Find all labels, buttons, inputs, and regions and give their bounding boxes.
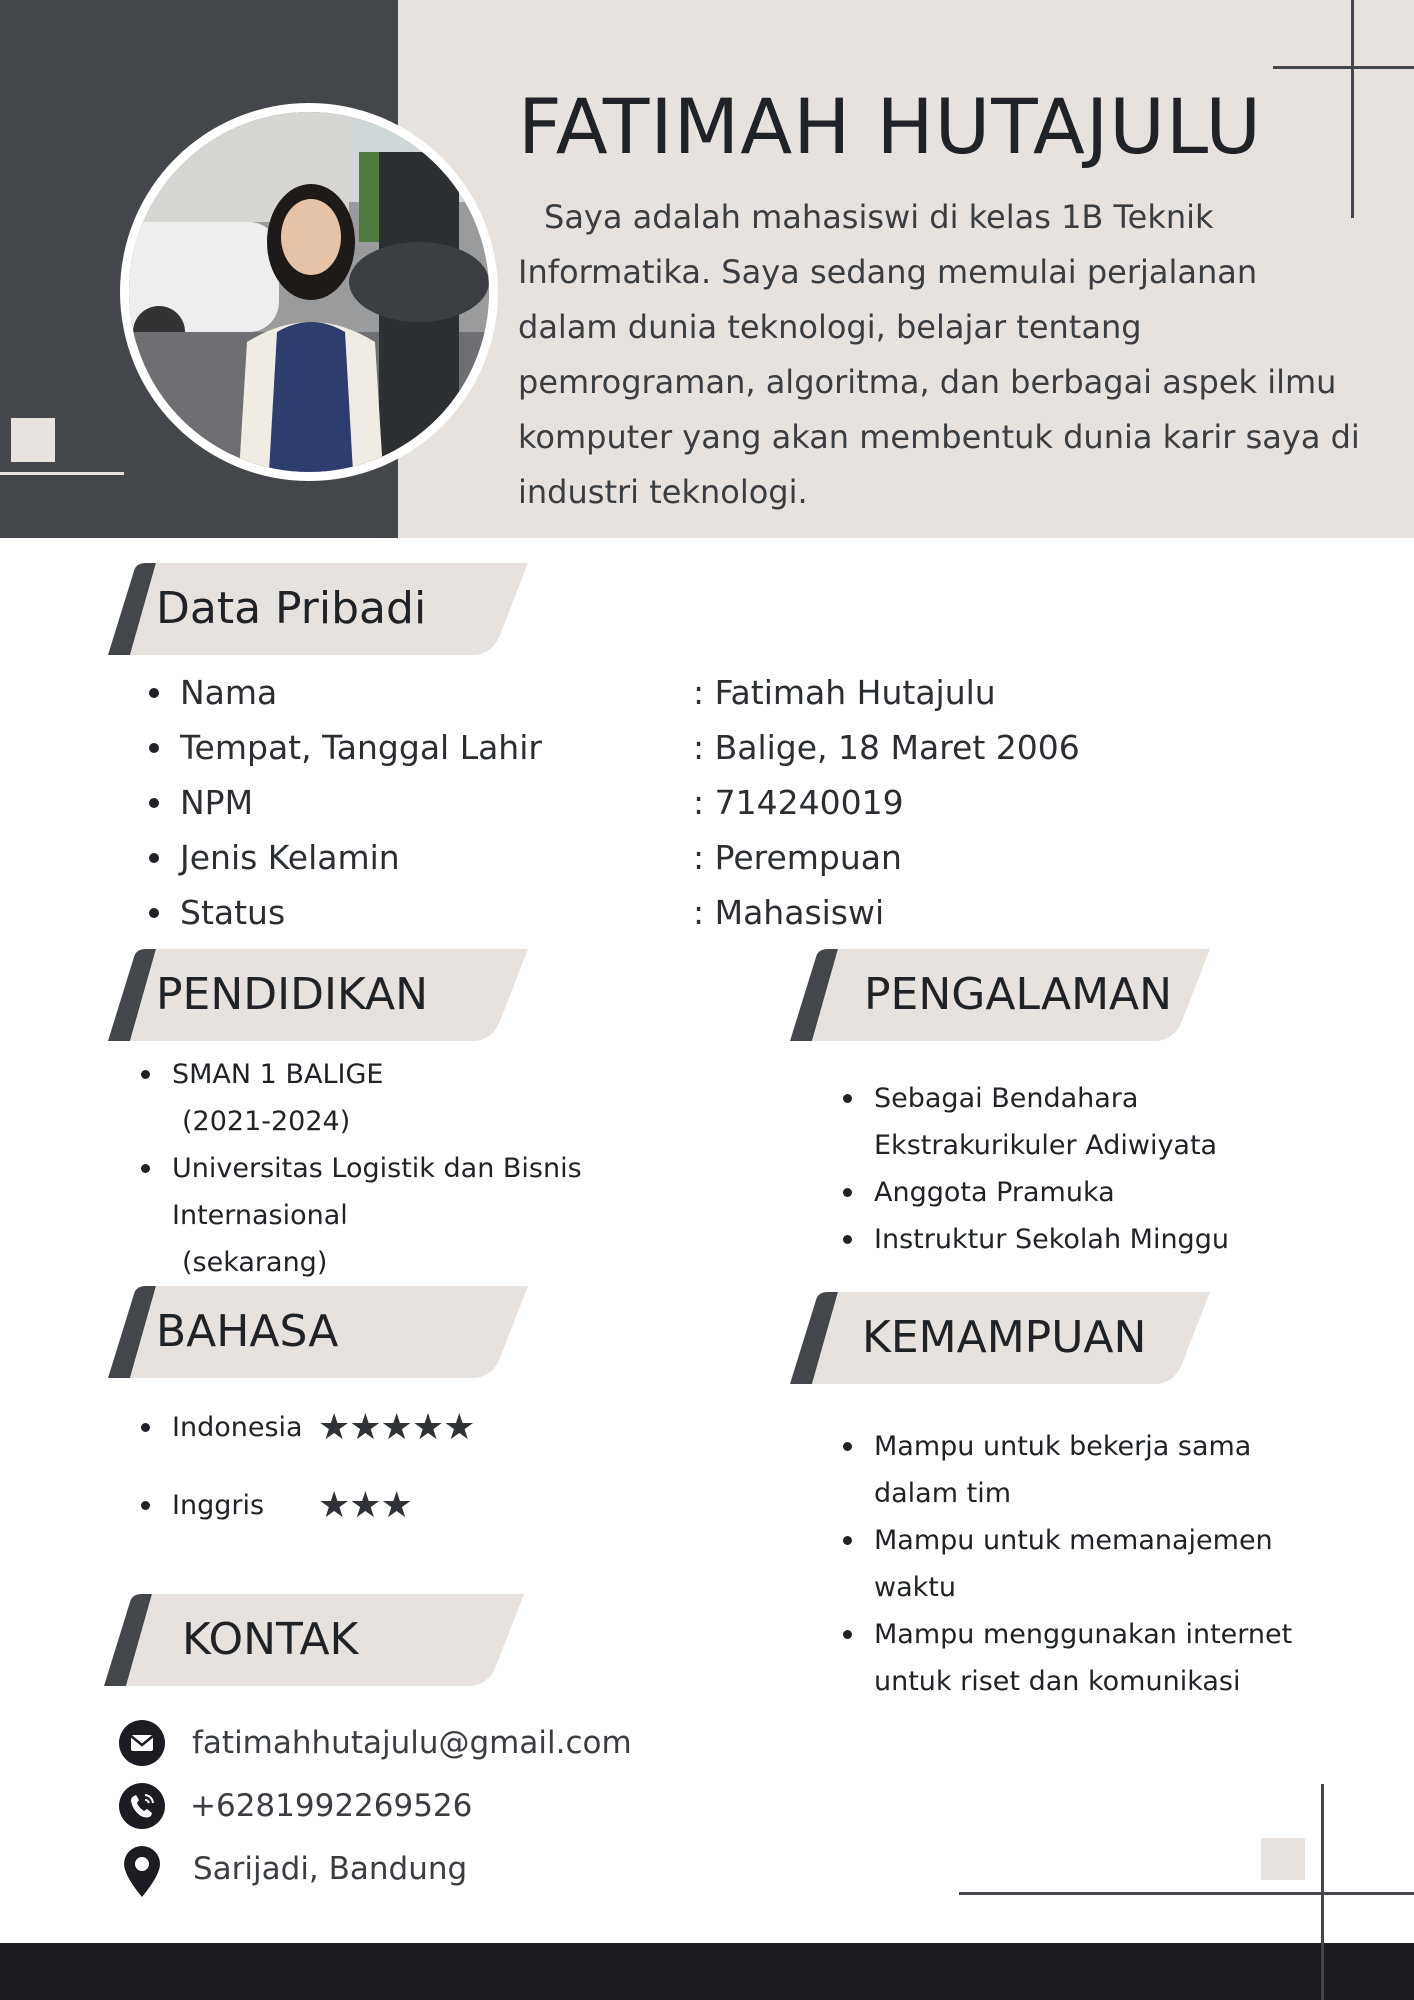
bio-text: Saya adalah mahasiswi di kelas 1B Teknik… [518, 198, 1360, 511]
list-item: Universitas Logistik dan Bisnis Internas… [136, 1145, 616, 1286]
personal-data-list: Nama Tempat, Tanggal Lahir NPM Jenis Kel… [144, 665, 542, 940]
decor-cross-v-top [1351, 0, 1354, 218]
languages-list: Indonesia [136, 1404, 303, 1451]
languages-list: Inggris [136, 1482, 264, 1529]
rating-stars-inggris: ★★★ [318, 1485, 413, 1526]
section-header-personal: Data Pribadi [88, 563, 528, 655]
section-header-skills: KEMAMPUAN [770, 1292, 1210, 1384]
profile-photo [129, 112, 489, 472]
decor-line-left [0, 472, 124, 475]
skills-list: Mampu untuk bekerja sama dalam tim Mampu… [838, 1423, 1308, 1705]
list-item: Inggris [136, 1482, 264, 1529]
list-item: Anggota Pramuka [838, 1169, 1238, 1216]
personal-value: : 714240019 [693, 783, 904, 822]
decor-cross-h-top [1273, 66, 1414, 69]
section-header-languages: BAHASA [88, 1286, 528, 1378]
personal-value: : Balige, 18 Maret 2006 [693, 728, 1080, 767]
rating-stars-indonesia: ★★★★★ [318, 1407, 475, 1448]
location-pin-icon [122, 1845, 162, 1897]
list-item: Sebagai Bendahara Ekstrakurikuler Adiwiy… [838, 1075, 1238, 1169]
school-name: SMAN 1 BALIGE [172, 1059, 384, 1090]
section-title: Data Pribadi [156, 583, 427, 634]
personal-value: : Fatimah Hutajulu [693, 673, 996, 712]
person-name: FATIMAH HUTAJULU [518, 82, 1263, 171]
section-title: KONTAK [182, 1614, 359, 1665]
contact-email[interactable]: fatimahhutajulu@gmail.com [192, 1722, 632, 1764]
list-item: Indonesia [136, 1404, 303, 1451]
list-item: Nama [144, 665, 542, 720]
decor-cross-v-bottom-footer [1321, 1943, 1324, 2000]
profile-photo-frame [120, 103, 498, 481]
personal-value: : Perempuan [693, 838, 902, 877]
list-item: Status [144, 885, 542, 940]
school-years: (sekarang) [182, 1247, 328, 1278]
contact-location: Sarijadi, Bandung [193, 1851, 468, 1887]
school-years: (2021-2024) [182, 1106, 351, 1137]
section-header-contact: KONTAK [84, 1594, 524, 1686]
list-item: Instruktur Sekolah Minggu [838, 1216, 1238, 1263]
section-title: KEMAMPUAN [862, 1312, 1147, 1363]
email-icon [119, 1720, 165, 1766]
list-item: Mampu untuk bekerja sama dalam tim [838, 1423, 1308, 1517]
contact-phone[interactable]: +6281992269526 [190, 1785, 472, 1827]
education-list: SMAN 1 BALIGE (2021-2024) Universitas Lo… [136, 1051, 616, 1286]
section-header-experience: PENGALAMAN [770, 949, 1210, 1041]
list-item: Tempat, Tanggal Lahir [144, 720, 542, 775]
experience-list: Sebagai Bendahara Ekstrakurikuler Adiwiy… [838, 1075, 1238, 1263]
section-title: BAHASA [156, 1306, 339, 1357]
list-item: NPM [144, 775, 542, 830]
decor-square-bottom [1261, 1838, 1305, 1880]
section-title: PENDIDIKAN [156, 969, 429, 1020]
school-name-cont: Internasional [172, 1200, 348, 1231]
list-item: Jenis Kelamin [144, 830, 542, 885]
list-item: SMAN 1 BALIGE (2021-2024) [136, 1051, 616, 1145]
phone-icon [119, 1783, 165, 1829]
decor-cross-h-bottom [959, 1892, 1414, 1895]
personal-value: : Mahasiswi [693, 893, 885, 932]
footer-bar [0, 1943, 1414, 2000]
decor-square-left [11, 418, 55, 462]
section-title: PENGALAMAN [864, 969, 1173, 1020]
school-name: Universitas Logistik dan Bisnis [172, 1153, 582, 1184]
list-item: Mampu menggunakan internet untuk riset d… [838, 1611, 1308, 1705]
list-item: Mampu untuk memanajemen waktu [838, 1517, 1308, 1611]
section-header-education: PENDIDIKAN [88, 949, 528, 1041]
